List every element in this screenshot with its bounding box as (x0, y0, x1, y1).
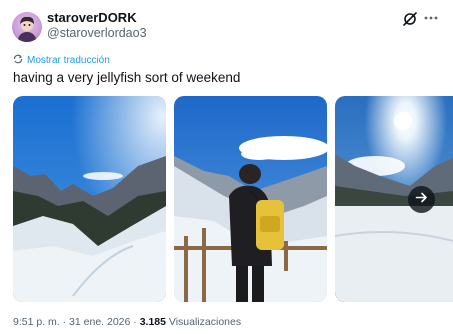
photo-snowy-mountain-trail[interactable] (13, 96, 166, 302)
tweet-time[interactable]: 9:51 p. m. (13, 316, 60, 328)
arrow-right-icon (415, 191, 428, 209)
tweet-text: having a very jellyfish sort of weekend (13, 70, 241, 85)
tweet-meta: 9:51 p. m. · 31 ene. 2026 · 3.185 Visual… (13, 316, 241, 328)
translate-icon (13, 51, 23, 69)
meta-separator: · (130, 316, 140, 328)
meta-separator: · (59, 316, 70, 328)
tweet-date[interactable]: 31 ene. 2026 (69, 316, 130, 328)
carousel-next-button[interactable] (408, 186, 435, 213)
grok-icon[interactable] (402, 11, 418, 27)
more-icon[interactable] (422, 9, 440, 27)
views-label: Visualizaciones (165, 316, 242, 328)
display-name[interactable]: staroverDORK (47, 10, 137, 25)
avatar[interactable] (12, 12, 42, 42)
views-count[interactable]: 3.185 (140, 316, 166, 328)
photo-sun-over-snowy-valley[interactable] (335, 96, 453, 302)
user-handle[interactable]: @staroverlordao3 (47, 26, 147, 40)
tweet: staroverDORK @staroverlordao3 Mostrar tr… (0, 0, 453, 334)
media-carousel[interactable] (0, 96, 453, 302)
translate-label: Mostrar traducción (27, 54, 110, 66)
photo-person-yellow-backpack[interactable] (174, 96, 327, 302)
show-translation-link[interactable]: Mostrar traducción (13, 53, 110, 67)
